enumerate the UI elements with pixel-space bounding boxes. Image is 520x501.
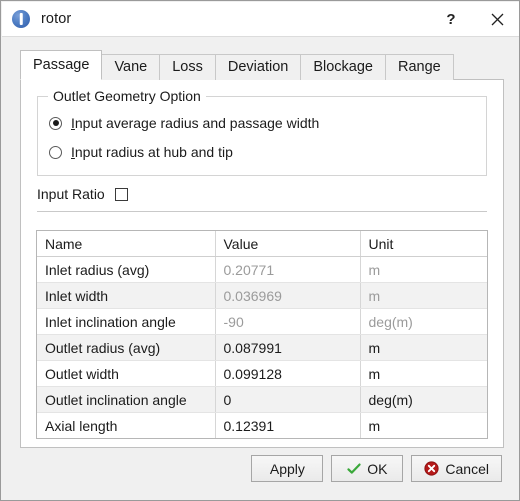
cell-unit: deg(m) xyxy=(360,308,487,335)
cell-unit: m xyxy=(360,282,487,309)
passage-tab-panel: Outlet Geometry Option Input average rad… xyxy=(20,79,504,448)
cell-value[interactable]: 0.036969 xyxy=(215,282,361,309)
table-row[interactable]: Outlet width 0.099128 m xyxy=(37,360,487,387)
column-header-value[interactable]: Value xyxy=(215,231,361,257)
column-header-unit[interactable]: Unit xyxy=(360,231,487,257)
cell-value[interactable]: 0.12391 xyxy=(215,412,361,438)
table-row[interactable]: Inlet width 0.036969 m xyxy=(37,282,487,309)
tab-blockage[interactable]: Blockage xyxy=(300,54,386,80)
tab-loss[interactable]: Loss xyxy=(159,54,216,80)
group-title: Outlet Geometry Option xyxy=(48,88,206,104)
cell-name: Outlet width xyxy=(37,360,216,387)
cell-unit: deg(m) xyxy=(360,386,487,413)
geometry-table: Name Value Unit Inlet radius (avg) 0.207… xyxy=(36,230,488,439)
dialog-body: Passage Vane Loss Deviation Blockage Ran… xyxy=(2,37,519,500)
cancel-circle-x-icon xyxy=(424,461,440,476)
section-divider xyxy=(37,211,487,212)
cancel-button-label: Cancel xyxy=(445,460,489,477)
cell-name: Outlet inclination angle xyxy=(37,386,216,413)
radio-indicator[interactable] xyxy=(49,116,62,130)
tab-strip: Passage Vane Loss Deviation Blockage Ran… xyxy=(20,50,454,80)
radio-option-text: nput radius at hub and tip xyxy=(74,144,233,160)
ok-button-label: OK xyxy=(367,460,388,477)
cancel-button[interactable]: Cancel xyxy=(411,455,502,482)
ok-button[interactable]: OK xyxy=(331,455,404,482)
column-header-name[interactable]: Name xyxy=(37,231,216,257)
table-row[interactable]: Outlet inclination angle 0 deg(m) xyxy=(37,386,487,413)
check-icon xyxy=(347,462,361,476)
cell-name: Outlet radius (avg) xyxy=(37,334,216,361)
rotor-dialog-window: rotor ? Passage Vane Loss Deviation Bloc… xyxy=(0,0,520,501)
close-icon[interactable] xyxy=(474,2,519,36)
cell-name: Inlet radius (avg) xyxy=(37,256,216,283)
radio-option-hub-tip[interactable]: Input radius at hub and tip xyxy=(49,144,233,160)
table-row[interactable]: Inlet inclination angle -90 deg(m) xyxy=(37,308,487,335)
cell-unit: m xyxy=(360,334,487,361)
cell-value[interactable]: 0.087991 xyxy=(215,334,361,361)
info-circle-icon xyxy=(12,10,30,28)
table-row[interactable]: Inlet radius (avg) 0.20771 m xyxy=(37,256,487,283)
tab-deviation[interactable]: Deviation xyxy=(214,54,302,80)
outlet-geometry-option-group: Outlet Geometry Option Input average rad… xyxy=(37,88,487,176)
cell-name: Inlet width xyxy=(37,282,216,309)
radio-option-label: Input average radius and passage width xyxy=(71,115,319,131)
table-row[interactable]: Axial length 0.12391 m xyxy=(37,412,487,438)
dialog-button-bar: Apply OK Cancel xyxy=(251,455,502,482)
radio-indicator[interactable] xyxy=(49,145,62,159)
window-title: rotor xyxy=(41,11,72,27)
apply-button-label: Apply xyxy=(269,460,305,477)
radio-option-label: Input radius at hub and tip xyxy=(71,144,233,160)
tab-passage[interactable]: Passage xyxy=(20,50,103,80)
radio-option-text: nput average radius and passage width xyxy=(74,115,320,131)
title-bar: rotor ? xyxy=(2,2,519,37)
radio-option-average-radius[interactable]: Input average radius and passage width xyxy=(49,115,319,131)
cell-value[interactable]: 0 xyxy=(215,386,361,413)
apply-button[interactable]: Apply xyxy=(251,455,324,482)
tab-vane[interactable]: Vane xyxy=(101,54,161,80)
input-ratio-checkbox[interactable] xyxy=(114,187,128,201)
table-header-row: Name Value Unit xyxy=(37,231,487,257)
window-controls: ? xyxy=(428,2,519,36)
cell-value[interactable]: 0.099128 xyxy=(215,360,361,387)
input-ratio-label: Input Ratio xyxy=(37,186,105,202)
cell-unit: m xyxy=(368,417,381,434)
input-ratio-row[interactable]: Input Ratio xyxy=(37,186,128,202)
table-row[interactable]: Outlet radius (avg) 0.087991 m xyxy=(37,334,487,361)
cell-value[interactable]: 0.20771 xyxy=(215,256,361,283)
tab-range[interactable]: Range xyxy=(384,54,454,80)
cell-unit: m xyxy=(360,256,487,283)
tab-container: Passage Vane Loss Deviation Blockage Ran… xyxy=(20,50,504,448)
cell-unit: m xyxy=(360,360,487,387)
cell-name: Axial length xyxy=(37,412,216,438)
cell-name: Inlet inclination angle xyxy=(37,308,216,335)
help-button[interactable]: ? xyxy=(428,2,474,36)
cell-value[interactable]: -90 xyxy=(215,308,361,335)
